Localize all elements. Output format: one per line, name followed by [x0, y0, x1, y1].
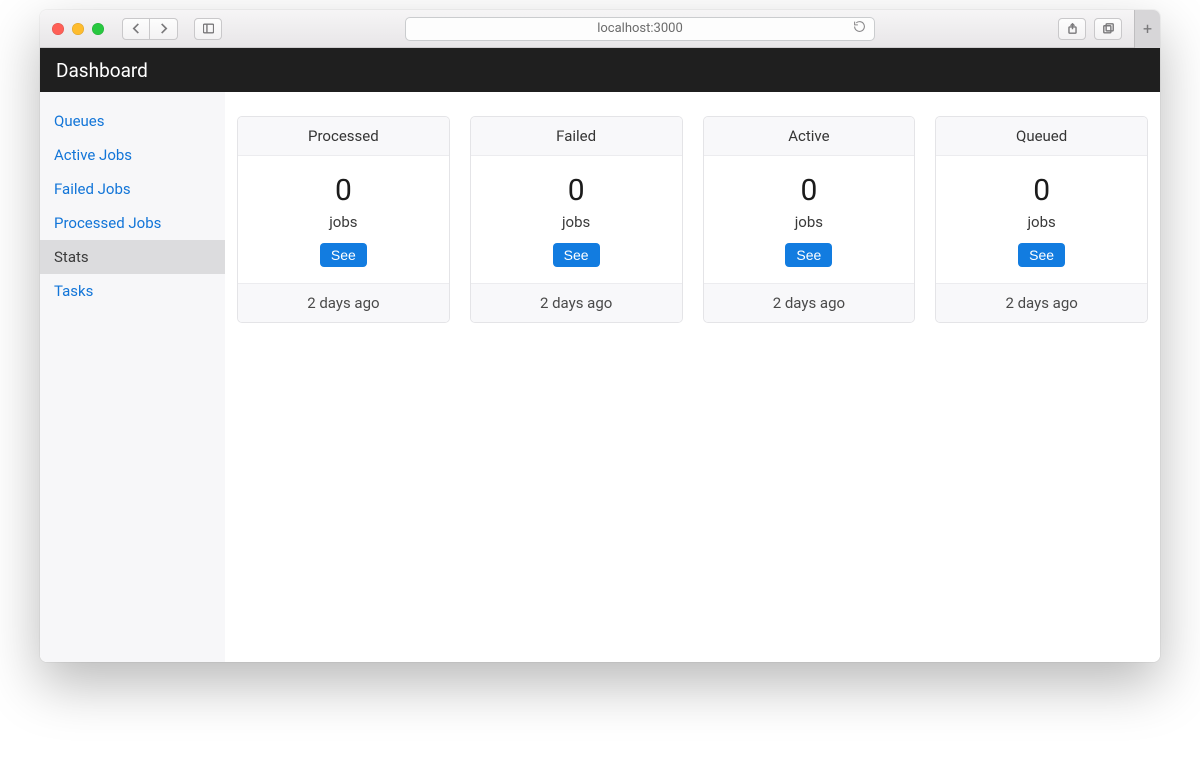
- card-jobs-label: jobs: [714, 213, 905, 231]
- card-count: 0: [714, 174, 905, 207]
- share-button[interactable]: [1058, 18, 1086, 40]
- address-text: localhost:3000: [597, 21, 683, 36]
- chevron-right-icon: [158, 23, 169, 34]
- tabs-icon: [1103, 23, 1114, 34]
- card-timestamp: 2 days ago: [238, 283, 449, 322]
- card-body: 0 jobs See: [471, 156, 682, 283]
- sidebar: Queues Active Jobs Failed Jobs Processed…: [40, 92, 225, 662]
- address-bar-wrap: localhost:3000: [230, 17, 1050, 41]
- sidebar-toggle-button[interactable]: [194, 18, 222, 40]
- card-timestamp: 2 days ago: [704, 283, 915, 322]
- card-timestamp: 2 days ago: [936, 283, 1147, 322]
- sidebar-item-processed-jobs[interactable]: Processed Jobs: [40, 206, 225, 240]
- nav-back-forward: [122, 18, 178, 40]
- toolbar-right: +: [1058, 18, 1150, 40]
- sidebar-item-label: Active Jobs: [54, 146, 132, 164]
- stats-cards-row: Processed 0 jobs See 2 days ago Failed 0…: [237, 116, 1148, 323]
- card-count: 0: [248, 174, 439, 207]
- address-bar[interactable]: localhost:3000: [405, 17, 875, 41]
- sidebar-item-label: Stats: [54, 248, 89, 266]
- sidebar-item-label: Tasks: [54, 282, 93, 300]
- new-tab-button[interactable]: +: [1134, 10, 1160, 48]
- stat-card-queued: Queued 0 jobs See 2 days ago: [935, 116, 1148, 323]
- zoom-window-button[interactable]: [92, 23, 104, 35]
- app-title: Dashboard: [56, 59, 148, 82]
- card-count: 0: [481, 174, 672, 207]
- see-button[interactable]: See: [1018, 243, 1065, 267]
- sidebar-item-failed-jobs[interactable]: Failed Jobs: [40, 172, 225, 206]
- tabs-button[interactable]: [1094, 18, 1122, 40]
- see-button[interactable]: See: [320, 243, 367, 267]
- sidebar-item-stats[interactable]: Stats: [40, 240, 225, 274]
- plus-icon: +: [1143, 19, 1152, 38]
- minimize-window-button[interactable]: [72, 23, 84, 35]
- sidebar-item-tasks[interactable]: Tasks: [40, 274, 225, 308]
- browser-titlebar: localhost:3000 +: [40, 10, 1160, 48]
- sidebar-item-label: Queues: [54, 112, 105, 130]
- see-button[interactable]: See: [785, 243, 832, 267]
- stat-card-processed: Processed 0 jobs See 2 days ago: [237, 116, 450, 323]
- card-body: 0 jobs See: [238, 156, 449, 283]
- sidebar-item-label: Failed Jobs: [54, 180, 131, 198]
- sidebar-item-queues[interactable]: Queues: [40, 104, 225, 138]
- back-button[interactable]: [122, 18, 150, 40]
- card-title: Active: [704, 117, 915, 156]
- reload-icon: [853, 20, 866, 33]
- stat-card-failed: Failed 0 jobs See 2 days ago: [470, 116, 683, 323]
- forward-button[interactable]: [150, 18, 178, 40]
- share-icon: [1067, 23, 1078, 34]
- card-jobs-label: jobs: [481, 213, 672, 231]
- card-body: 0 jobs See: [704, 156, 915, 283]
- sidebar-item-active-jobs[interactable]: Active Jobs: [40, 138, 225, 172]
- stat-card-active: Active 0 jobs See 2 days ago: [703, 116, 916, 323]
- browser-window: localhost:3000 +: [40, 10, 1160, 662]
- card-title: Processed: [238, 117, 449, 156]
- see-button[interactable]: See: [553, 243, 600, 267]
- app-navbar: Dashboard: [40, 48, 1160, 92]
- card-jobs-label: jobs: [946, 213, 1137, 231]
- card-title: Failed: [471, 117, 682, 156]
- sidebar-icon: [203, 23, 214, 34]
- content-area: Processed 0 jobs See 2 days ago Failed 0…: [225, 92, 1160, 662]
- close-window-button[interactable]: [52, 23, 64, 35]
- sidebar-item-label: Processed Jobs: [54, 214, 161, 232]
- window-controls: [50, 23, 104, 35]
- card-count: 0: [946, 174, 1137, 207]
- card-body: 0 jobs See: [936, 156, 1147, 283]
- chevron-left-icon: [131, 23, 142, 34]
- card-timestamp: 2 days ago: [471, 283, 682, 322]
- reload-button[interactable]: [853, 20, 866, 37]
- card-jobs-label: jobs: [248, 213, 439, 231]
- app-body: Queues Active Jobs Failed Jobs Processed…: [40, 92, 1160, 662]
- card-title: Queued: [936, 117, 1147, 156]
